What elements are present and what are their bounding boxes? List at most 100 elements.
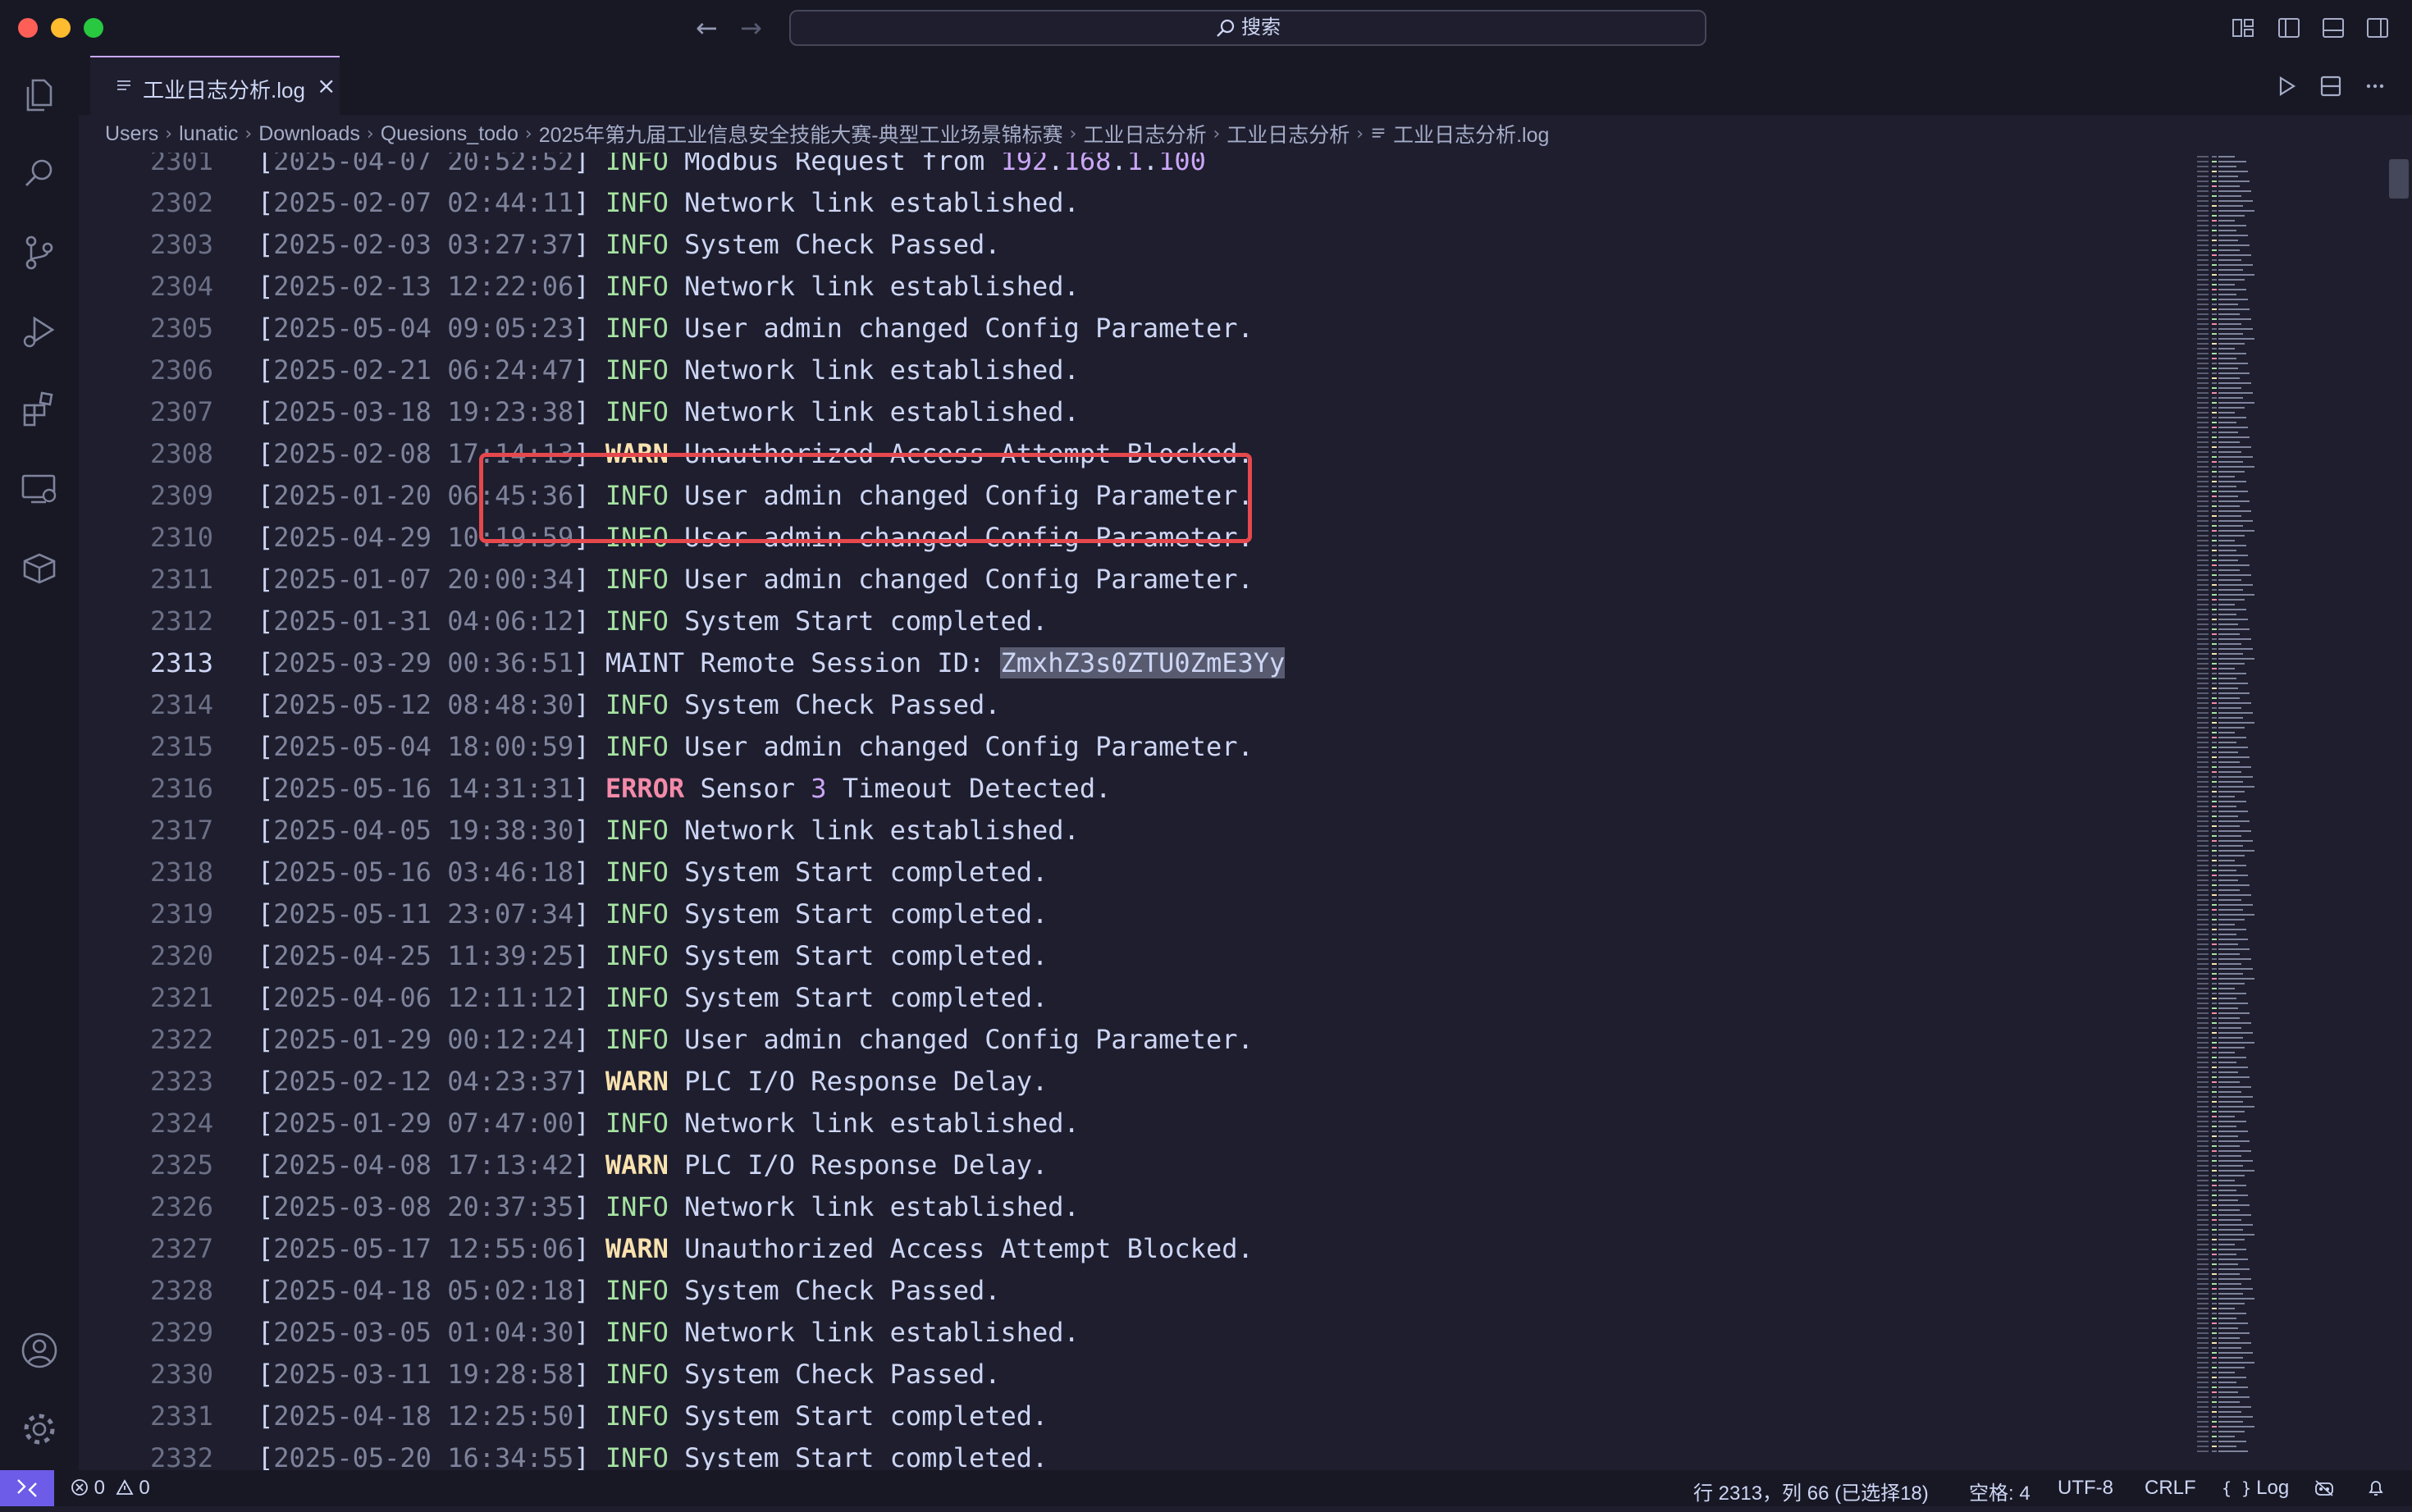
language-mode[interactable]: { } Log — [2222, 1477, 2289, 1500]
line-content: [2025-02-12 04:23:37] WARN PLC I/O Respo… — [258, 1062, 1048, 1101]
minimap-line — [2212, 1436, 2217, 1437]
code-editor[interactable]: 2301 [2025-04-07 20:52:52] INFO Modbus Re… — [79, 153, 2195, 1470]
minimap-line — [2197, 205, 2209, 207]
breadcrumb-item[interactable]: 工业日志分析 — [1083, 119, 1206, 148]
minimap-line — [2197, 584, 2209, 586]
eol-setting[interactable]: CRLF — [2145, 1477, 2196, 1500]
toggle-secondary-sidebar-icon[interactable] — [2366, 16, 2389, 39]
tab-log-file[interactable]: 工业日志分析.log × — [90, 56, 340, 115]
minimap-line — [2197, 1303, 2209, 1304]
line-number: 2307 — [149, 396, 213, 427]
copilot-icon[interactable] — [2314, 1478, 2335, 1498]
timestamp: 2025-05-12 08:48:30 — [273, 689, 574, 720]
maximize-window-button[interactable] — [84, 18, 103, 38]
minimap-line — [2218, 510, 2251, 512]
minimap-line — [2218, 594, 2254, 596]
scrollbar-thumb[interactable] — [2389, 159, 2409, 199]
minimap-line — [2197, 579, 2209, 581]
log-space — [669, 815, 684, 846]
minimap-line — [2197, 633, 2209, 635]
breadcrumb-item[interactable]: 工业日志分析.log — [1393, 119, 1549, 148]
indentation-setting[interactable]: 空格: 4 — [1969, 1477, 2031, 1505]
minimap-line — [2197, 604, 2209, 605]
breadcrumb-item[interactable]: Downloads — [258, 122, 360, 146]
line-content: [2025-05-20 16:34:55] INFO System Start … — [258, 1438, 1048, 1470]
vertical-scrollbar[interactable] — [2387, 153, 2412, 1470]
customize-layout-icon[interactable] — [2232, 16, 2254, 39]
breadcrumb-item[interactable]: lunatic — [179, 122, 238, 146]
minimap-line — [2212, 1273, 2217, 1275]
minimap-line — [2197, 860, 2209, 861]
search-icon[interactable] — [18, 153, 61, 195]
minimap-line — [2197, 1426, 2209, 1427]
minimap-line — [2212, 1012, 2217, 1014]
problems-indicator[interactable]: 0 0 — [71, 1477, 150, 1500]
line-content: [2025-04-18 05:02:18] INFO System Check … — [258, 1271, 1000, 1310]
minimap-line — [2212, 525, 2217, 527]
minimap-line — [2197, 1165, 2209, 1167]
minimap-line — [2218, 1332, 2250, 1334]
more-actions-icon[interactable] — [2363, 74, 2387, 98]
source-control-icon[interactable] — [18, 231, 61, 274]
ip-dot: . — [1048, 153, 1064, 176]
bracket: [ — [258, 564, 274, 595]
minimap-line — [2218, 417, 2246, 418]
log-space — [669, 731, 684, 762]
account-icon[interactable] — [18, 1329, 61, 1372]
cursor-position[interactable]: 行 2313，列 66 (已选择18) — [1693, 1477, 1929, 1505]
minimap-line — [2197, 1111, 2209, 1112]
code-line: 2316 [2025-05-16 14:31:31] ERROR Sensor 3… — [79, 769, 2195, 808]
toggle-primary-sidebar-icon[interactable] — [2277, 16, 2300, 39]
minimap-line — [2218, 210, 2254, 212]
minimap-line — [2212, 1239, 2217, 1240]
minimap-line — [2218, 525, 2243, 527]
minimap-line — [2212, 1263, 2217, 1265]
tab-label: 工业日志分析.log — [143, 78, 305, 103]
minimap-line — [2218, 1012, 2250, 1014]
run-icon[interactable] — [2274, 74, 2299, 98]
breadcrumb-item[interactable]: Users — [105, 122, 158, 146]
minimap-line — [2197, 402, 2209, 404]
breadcrumb-item[interactable]: 2025年第九届工业信息安全技能大赛-典型工业场景锦标赛 — [539, 119, 1063, 148]
minimap-line — [2212, 820, 2217, 822]
minimap-line — [2218, 1362, 2254, 1364]
minimap-line — [2212, 432, 2217, 433]
split-editor-icon[interactable] — [2318, 74, 2343, 98]
containers-icon[interactable] — [18, 546, 61, 589]
number-token: 3 — [811, 773, 827, 804]
minimap-line — [2218, 432, 2238, 433]
close-icon[interactable]: × — [317, 72, 336, 99]
log-message: System Start completed. — [684, 1442, 1048, 1470]
minimap-line — [2197, 412, 2209, 413]
explorer-icon[interactable] — [18, 74, 61, 116]
minimap-line — [2212, 249, 2217, 251]
minimap-line — [2197, 1391, 2209, 1393]
command-center-search[interactable]: 搜索 — [789, 10, 1706, 46]
log-message: Remote Session ID: — [700, 647, 1001, 678]
bell-icon[interactable] — [2366, 1478, 2386, 1498]
back-arrow-icon[interactable]: ← — [696, 11, 718, 44]
minimap-line — [2197, 1293, 2209, 1295]
toggle-panel-icon[interactable] — [2322, 16, 2345, 39]
gear-icon[interactable] — [18, 1408, 61, 1450]
timestamp: 2025-05-20 16:34:55 — [273, 1442, 574, 1470]
minimap-line — [2218, 377, 2240, 379]
minimap-line — [2218, 441, 2240, 443]
close-window-button[interactable] — [18, 18, 38, 38]
minimap-line — [2212, 166, 2217, 167]
forward-arrow-icon[interactable]: → — [740, 11, 762, 44]
breadcrumb-item[interactable]: 工业日志分析 — [1227, 119, 1350, 148]
minimize-window-button[interactable] — [51, 18, 71, 38]
code-line: 2302 [2025-02-07 02:44:11] INFO Network l… — [79, 183, 2195, 222]
timestamp: 2025-03-29 00:36:51 — [273, 647, 574, 678]
encoding-setting[interactable]: UTF-8 — [2058, 1477, 2113, 1500]
minimap-line — [2212, 983, 2217, 984]
minimap-line — [2197, 1298, 2209, 1300]
extensions-icon[interactable] — [18, 389, 61, 432]
minimap-line — [2212, 1224, 2217, 1226]
remote-explorer-icon[interactable] — [18, 468, 61, 510]
remote-indicator-button[interactable] — [0, 1470, 54, 1506]
breadcrumb-item[interactable]: Quesions_todo — [381, 122, 518, 146]
run-and-debug-icon[interactable] — [18, 310, 61, 353]
minimap[interactable] — [2195, 153, 2387, 1470]
